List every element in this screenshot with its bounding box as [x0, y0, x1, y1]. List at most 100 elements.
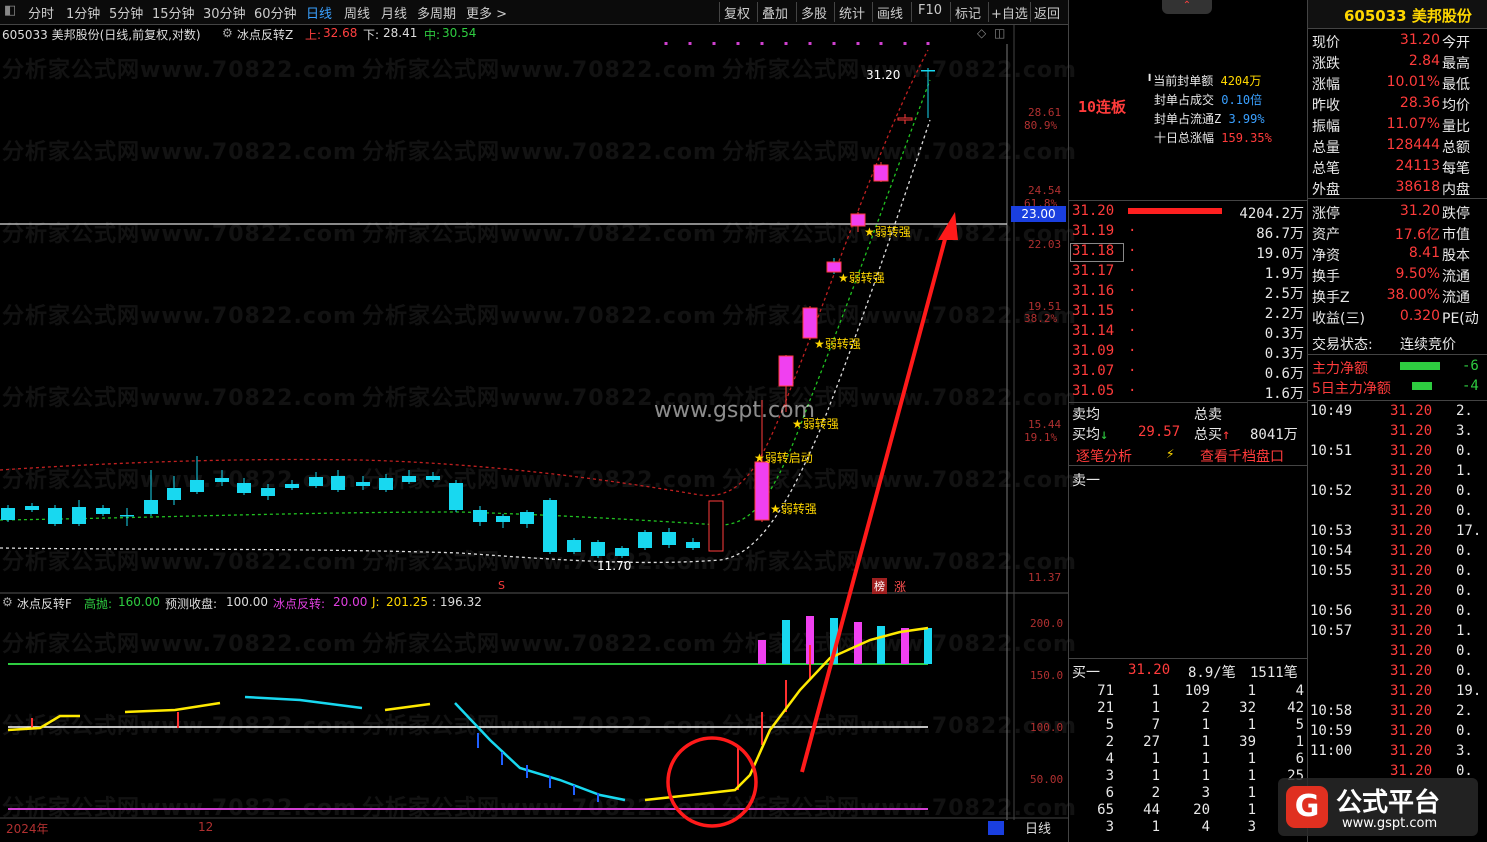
ask-price[interactable]: 31.16 — [1072, 283, 1114, 299]
candle-body[interactable] — [543, 500, 557, 552]
kline-chart[interactable] — [0, 0, 1068, 842]
candle-body[interactable] — [778, 355, 794, 387]
candle-body[interactable] — [331, 476, 345, 490]
main-net5-label: 5日主力净额 — [1312, 381, 1391, 397]
tick-time: 10:54 — [1310, 543, 1353, 559]
candle-body[interactable] — [662, 532, 676, 545]
ask-volume: 4204.2万 — [1239, 206, 1304, 222]
queue-cell: 1 — [1295, 734, 1304, 750]
signal-label: ★弱转强 — [864, 225, 911, 239]
ask-price[interactable]: 31.05 — [1072, 383, 1114, 399]
candle-body[interactable] — [449, 483, 463, 510]
candle-body[interactable] — [873, 164, 889, 182]
ask-price[interactable]: 31.20 — [1072, 203, 1114, 219]
signal-dot — [879, 42, 883, 45]
candle-body[interactable] — [708, 500, 724, 552]
sub-axis-label: 200.0 — [1030, 617, 1064, 630]
sub-axis-label: 150.0 — [1030, 669, 1064, 682]
candle-body[interactable] — [638, 532, 652, 548]
quote-label: 内盘 — [1442, 182, 1470, 198]
quote-value: 0.320 — [1399, 308, 1440, 324]
candle-body[interactable] — [379, 478, 393, 490]
ask-price[interactable]: 31.07 — [1072, 363, 1114, 379]
quote-label: 资产 — [1312, 227, 1340, 243]
queue-cell: 4 — [1105, 751, 1114, 767]
queue-cell: 1 — [1201, 734, 1210, 750]
candle-body[interactable] — [356, 482, 370, 486]
candle-body[interactable] — [402, 476, 416, 482]
candle-body[interactable] — [25, 506, 39, 510]
rank-badge[interactable]: 榜 — [872, 578, 887, 594]
queue-cell: 32 — [1239, 700, 1256, 716]
queue-cell: 1 — [1247, 683, 1256, 699]
sub-settings-icon[interactable]: ⚙ — [2, 595, 13, 609]
candle-body[interactable] — [72, 507, 86, 524]
candle-body[interactable] — [48, 508, 62, 524]
seal-row: ╹当前封单额 4204万 — [1146, 74, 1262, 88]
queue-cell: 1 — [1247, 802, 1256, 818]
ask-price[interactable]: 31.09 — [1072, 343, 1114, 359]
sub-indicator-name[interactable]: 冰点反转F — [17, 595, 72, 612]
tick-price: 31.20 — [1390, 623, 1433, 639]
period-label[interactable]: 日线 — [1025, 818, 1051, 837]
candle-body[interactable] — [850, 213, 866, 227]
scroll-handle[interactable] — [988, 821, 1004, 835]
quote-value: 31.20 — [1399, 203, 1440, 219]
sub-value: 20.00 — [333, 595, 368, 609]
candle-body[interactable] — [237, 483, 251, 493]
collapse-toggle-icon[interactable]: ⌃ — [1162, 0, 1212, 14]
candle-body[interactable] — [802, 307, 818, 339]
ask-volume: 0.3万 — [1264, 346, 1304, 362]
candle-body[interactable] — [215, 478, 229, 482]
candle-body[interactable] — [520, 512, 534, 524]
rise-badge[interactable]: 涨 — [894, 578, 906, 595]
candle-body[interactable] — [567, 540, 581, 552]
quote-value: 24113 — [1395, 158, 1440, 174]
depth-link[interactable]: 查看千档盘口 — [1200, 446, 1284, 466]
candle-body[interactable] — [615, 548, 629, 556]
ask-price[interactable]: 31.14 — [1072, 323, 1114, 339]
candle-body[interactable] — [190, 480, 204, 492]
ask-price[interactable]: 31.15 — [1072, 303, 1114, 319]
sub-axis-label: 100.0 — [1030, 721, 1064, 734]
candle-body[interactable] — [897, 117, 913, 121]
tick-price: 31.20 — [1390, 503, 1433, 519]
ask-dot-icon: · — [1128, 263, 1137, 279]
candle-body[interactable] — [591, 542, 605, 556]
ask-volume: 19.0万 — [1256, 246, 1304, 262]
candle-body[interactable] — [120, 515, 134, 517]
tick-volume: 0. — [1456, 583, 1473, 599]
candle-body[interactable] — [167, 488, 181, 500]
tick-price: 31.20 — [1390, 683, 1433, 699]
candle-body[interactable] — [285, 484, 299, 488]
candle-body[interactable] — [144, 500, 158, 514]
quote-value: 17.6亿 — [1394, 227, 1440, 243]
tick-time: 10:56 — [1310, 603, 1353, 619]
candle-body[interactable] — [309, 477, 323, 486]
ask-price[interactable]: 31.19 — [1072, 223, 1114, 239]
tick-price: 31.20 — [1390, 603, 1433, 619]
ask-dot-icon: · — [1128, 303, 1137, 319]
quote-value: 38.00% — [1386, 287, 1440, 303]
candle-body[interactable] — [1, 508, 15, 520]
candle-body[interactable] — [754, 461, 770, 521]
candle-body[interactable] — [496, 516, 510, 522]
tick-price: 31.20 — [1390, 703, 1433, 719]
quote-label: 换手Z — [1312, 290, 1350, 306]
queue-cell: 1 — [1151, 683, 1160, 699]
candle-body[interactable] — [261, 488, 275, 496]
candle-body[interactable] — [473, 510, 487, 522]
sub-value: 201.25 — [386, 595, 428, 609]
ask-price[interactable]: 31.17 — [1072, 263, 1114, 279]
candle-body[interactable] — [426, 476, 440, 480]
sub-value: 160.00 — [118, 595, 160, 609]
candle-body[interactable] — [686, 542, 700, 548]
sub-label: 冰点反转: — [273, 597, 326, 611]
quote-label: 均价 — [1442, 98, 1470, 114]
candle-body[interactable] — [96, 508, 110, 514]
signal-dot — [808, 42, 812, 45]
candle-body[interactable] — [921, 70, 935, 72]
axis-label: 19.1% — [1024, 431, 1058, 444]
tick-analysis-link[interactable]: 逐笔分析 — [1076, 446, 1132, 466]
quote-value: 11.07% — [1386, 116, 1440, 132]
